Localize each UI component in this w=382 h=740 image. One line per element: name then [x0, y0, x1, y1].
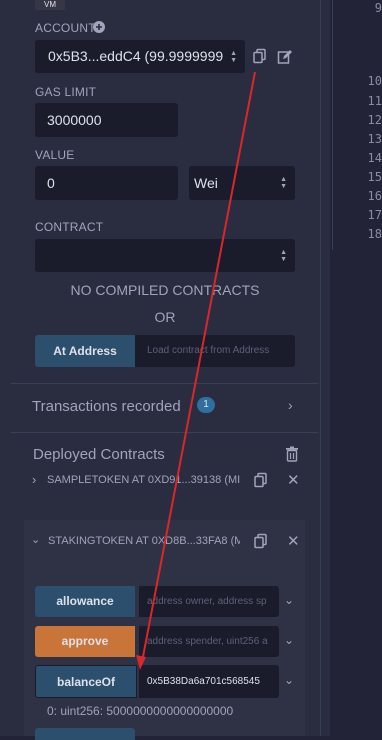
annotation-arrow: [136, 71, 256, 670]
